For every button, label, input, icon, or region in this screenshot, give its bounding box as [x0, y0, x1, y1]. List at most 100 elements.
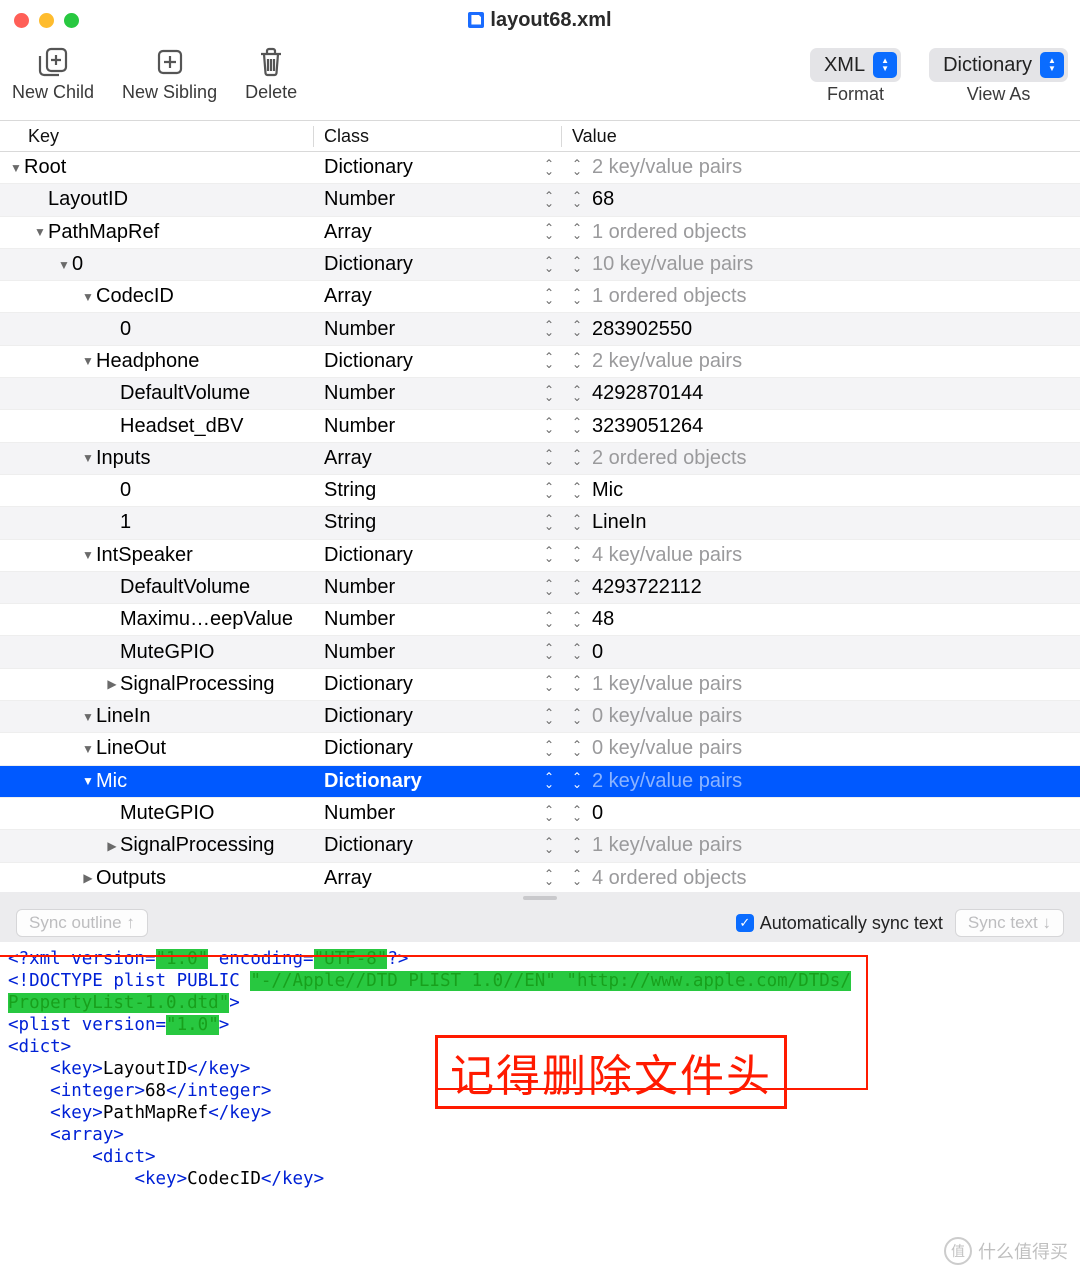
chevron-down-icon[interactable]: ▼	[80, 548, 96, 562]
stepper-icon[interactable]	[544, 871, 554, 885]
stepper-icon[interactable]	[572, 484, 584, 498]
stepper-icon[interactable]	[572, 225, 584, 239]
chevron-down-icon[interactable]: ▼	[32, 225, 48, 239]
splitter-handle[interactable]	[0, 892, 1080, 904]
chevron-down-icon[interactable]: ▼	[80, 742, 96, 756]
stepper-icon[interactable]	[544, 742, 554, 756]
chevron-right-icon[interactable]: ▶	[104, 677, 120, 691]
close-icon[interactable]	[14, 13, 29, 28]
auto-sync-checkbox[interactable]: ✓ Automatically sync text	[736, 913, 943, 934]
stepper-icon[interactable]	[544, 613, 554, 627]
table-row[interactable]: ▼RootDictionary2 key/value pairs	[0, 152, 1080, 184]
stepper-icon[interactable]	[572, 290, 584, 304]
outline-view[interactable]: ▼RootDictionary2 key/value pairsLayoutID…	[0, 152, 1080, 892]
stepper-icon[interactable]	[572, 839, 584, 853]
new-sibling-button[interactable]: New Sibling	[122, 44, 217, 103]
stepper-icon[interactable]	[544, 710, 554, 724]
stepper-icon[interactable]	[572, 451, 584, 465]
stepper-icon[interactable]	[544, 516, 554, 530]
sync-outline-button[interactable]: Sync outline ↑	[16, 909, 148, 937]
viewas-selector[interactable]: Dictionary	[929, 48, 1068, 82]
sync-text-button[interactable]: Sync text ↓	[955, 909, 1064, 937]
delete-label: Delete	[245, 82, 297, 103]
format-selector[interactable]: XML	[810, 48, 901, 82]
table-row[interactable]: ▼0Dictionary10 key/value pairs	[0, 249, 1080, 281]
table-row[interactable]: DefaultVolumeNumber4293722112	[0, 572, 1080, 604]
stepper-icon[interactable]	[572, 516, 584, 530]
stepper-icon[interactable]	[572, 161, 584, 175]
chevron-down-icon[interactable]: ▼	[56, 258, 72, 272]
table-row[interactable]: ▼LineOutDictionary0 key/value pairs	[0, 733, 1080, 765]
table-row[interactable]: ▼LineInDictionary0 key/value pairs	[0, 701, 1080, 733]
stepper-icon[interactable]	[544, 548, 554, 562]
stepper-icon[interactable]	[544, 322, 554, 336]
value-text: 2 key/value pairs	[592, 350, 742, 373]
stepper-icon[interactable]	[544, 645, 554, 659]
stepper-icon[interactable]	[544, 258, 554, 272]
chevron-down-icon[interactable]: ▼	[80, 354, 96, 368]
stepper-icon[interactable]	[572, 193, 584, 207]
table-row[interactable]: 0StringMic	[0, 475, 1080, 507]
chevron-down-icon[interactable]: ▼	[8, 161, 24, 175]
table-row[interactable]: ▶OutputsArray4 ordered objects	[0, 863, 1080, 892]
minimize-icon[interactable]	[39, 13, 54, 28]
stepper-icon[interactable]	[572, 710, 584, 724]
stepper-icon[interactable]	[572, 613, 584, 627]
table-row[interactable]: 1StringLineIn	[0, 507, 1080, 539]
table-row[interactable]: ▶SignalProcessingDictionary1 key/value p…	[0, 669, 1080, 701]
stepper-icon[interactable]	[544, 677, 554, 691]
stepper-icon[interactable]	[572, 354, 584, 368]
delete-button[interactable]: Delete	[245, 44, 297, 103]
column-header-class[interactable]: Class	[314, 126, 562, 147]
stepper-icon[interactable]	[572, 322, 584, 336]
stepper-icon[interactable]	[544, 484, 554, 498]
table-row[interactable]: ▼PathMapRefArray1 ordered objects	[0, 217, 1080, 249]
chevron-right-icon[interactable]: ▶	[104, 839, 120, 853]
table-row[interactable]: Maximu…eepValueNumber48	[0, 604, 1080, 636]
column-header-key[interactable]: Key	[0, 126, 314, 147]
stepper-icon[interactable]	[572, 419, 584, 433]
stepper-icon[interactable]	[572, 387, 584, 401]
chevron-down-icon[interactable]: ▼	[80, 290, 96, 304]
table-row[interactable]: ▼IntSpeakerDictionary4 key/value pairs	[0, 540, 1080, 572]
table-row[interactable]: MuteGPIONumber0	[0, 636, 1080, 668]
table-row[interactable]: MuteGPIONumber0	[0, 798, 1080, 830]
table-row[interactable]: DefaultVolumeNumber4292870144	[0, 378, 1080, 410]
stepper-icon[interactable]	[544, 581, 554, 595]
stepper-icon[interactable]	[572, 742, 584, 756]
stepper-icon[interactable]	[544, 290, 554, 304]
stepper-icon[interactable]	[544, 807, 554, 821]
stepper-icon[interactable]	[544, 774, 554, 788]
table-row[interactable]: ▼HeadphoneDictionary2 key/value pairs	[0, 346, 1080, 378]
stepper-icon[interactable]	[544, 387, 554, 401]
stepper-icon[interactable]	[572, 548, 584, 562]
stepper-icon[interactable]	[544, 354, 554, 368]
stepper-icon[interactable]	[544, 839, 554, 853]
stepper-icon[interactable]	[572, 774, 584, 788]
chevron-right-icon[interactable]: ▶	[80, 871, 96, 885]
stepper-icon[interactable]	[572, 871, 584, 885]
stepper-icon[interactable]	[572, 581, 584, 595]
table-row[interactable]: ▼MicDictionary2 key/value pairs	[0, 766, 1080, 798]
table-row[interactable]: LayoutIDNumber68	[0, 184, 1080, 216]
zoom-icon[interactable]	[64, 13, 79, 28]
table-row[interactable]: Headset_dBVNumber3239051264	[0, 410, 1080, 442]
table-row[interactable]: ▼CodecIDArray1 ordered objects	[0, 281, 1080, 313]
stepper-icon[interactable]	[544, 419, 554, 433]
column-header-value[interactable]: Value	[562, 126, 1080, 147]
chevron-down-icon[interactable]: ▼	[80, 710, 96, 724]
stepper-icon[interactable]	[572, 645, 584, 659]
table-row[interactable]: ▼InputsArray2 ordered objects	[0, 443, 1080, 475]
chevron-down-icon[interactable]: ▼	[80, 774, 96, 788]
stepper-icon[interactable]	[572, 677, 584, 691]
stepper-icon[interactable]	[544, 161, 554, 175]
stepper-icon[interactable]	[544, 225, 554, 239]
chevron-down-icon[interactable]: ▼	[80, 451, 96, 465]
stepper-icon[interactable]	[572, 258, 584, 272]
table-row[interactable]: 0Number283902550	[0, 313, 1080, 345]
stepper-icon[interactable]	[544, 451, 554, 465]
stepper-icon[interactable]	[544, 193, 554, 207]
new-child-button[interactable]: New Child	[12, 44, 94, 103]
stepper-icon[interactable]	[572, 807, 584, 821]
table-row[interactable]: ▶SignalProcessingDictionary1 key/value p…	[0, 830, 1080, 862]
